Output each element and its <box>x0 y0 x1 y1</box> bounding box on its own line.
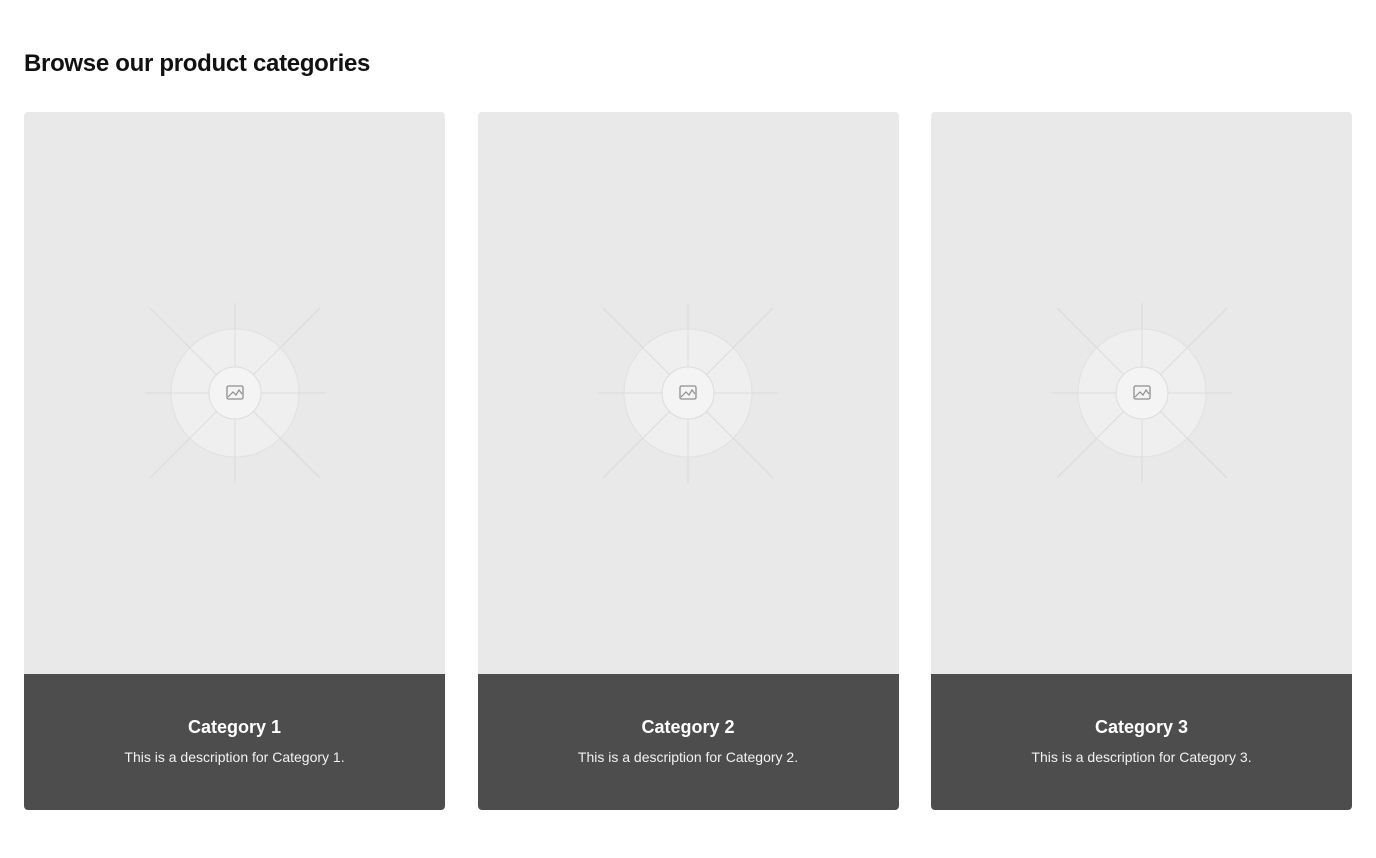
category-description: This is a description for Category 3. <box>1031 749 1252 765</box>
category-caption: Category 2 This is a description for Cat… <box>477 674 899 810</box>
image-placeholder-icon <box>1051 303 1232 483</box>
category-grid: Category 1 This is a description for Cat… <box>24 112 1352 810</box>
category-description: This is a description for Category 2. <box>577 749 799 765</box>
category-title: Category 2 <box>641 717 735 737</box>
category-image-placeholder <box>477 112 899 674</box>
category-title: Category 1 <box>187 717 282 737</box>
page-title: Browse our product categories <box>24 50 371 77</box>
category-title: Category 3 <box>1094 717 1189 737</box>
image-placeholder-icon <box>598 303 778 483</box>
category-description: This is a description for Category 1. <box>124 749 345 765</box>
category-image-placeholder <box>931 112 1352 674</box>
image-placeholder-icon <box>144 303 325 483</box>
category-caption: Category 1 This is a description for Cat… <box>24 674 445 810</box>
category-card-2[interactable]: Category 2 This is a description for Cat… <box>477 112 899 810</box>
category-caption: Category 3 This is a description for Cat… <box>931 674 1352 810</box>
category-image-placeholder <box>24 112 445 674</box>
category-card-3[interactable]: Category 3 This is a description for Cat… <box>931 112 1352 810</box>
category-card-1[interactable]: Category 1 This is a description for Cat… <box>24 112 445 810</box>
